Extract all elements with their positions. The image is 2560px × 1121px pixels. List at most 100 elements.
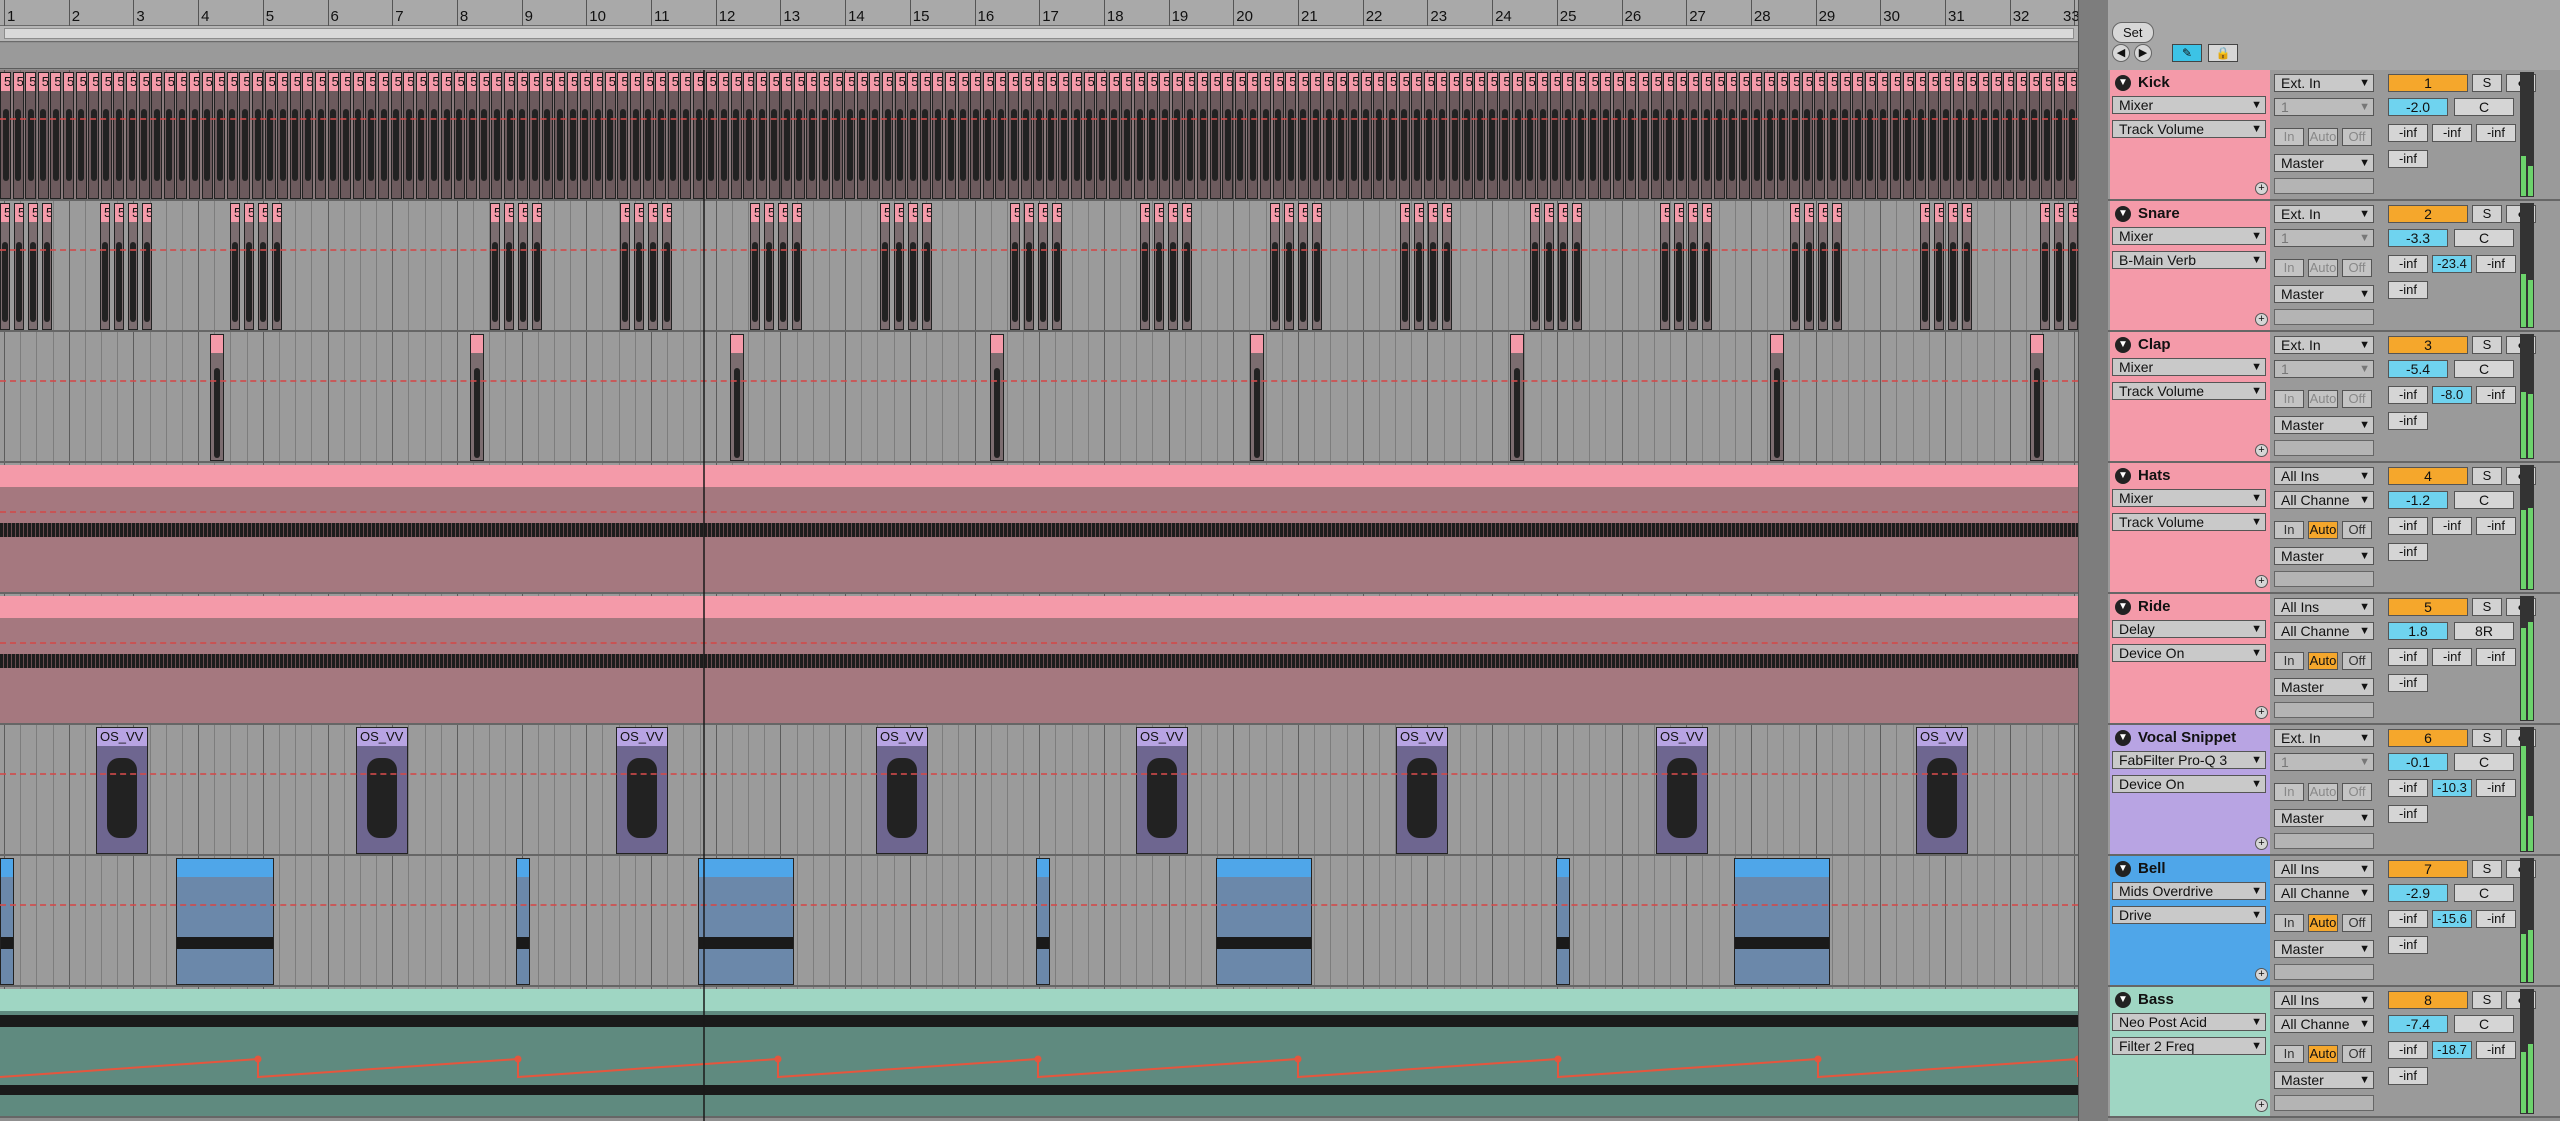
clip[interactable]: 5 [1537,72,1549,199]
clip[interactable]: 5 [1428,203,1438,330]
clip[interactable]: 5 [919,72,931,199]
clip[interactable]: 5 [1260,72,1271,199]
clip[interactable]: 5 [819,72,830,199]
clip[interactable]: 5 [239,72,251,199]
track-title-area[interactable]: ▼ Snare Mixer ▼ B-Main Verb ▼ + [2110,201,2270,330]
clip[interactable]: 5 [42,203,52,330]
clip[interactable]: 5 [2040,203,2050,330]
clip[interactable]: 5 [491,72,503,199]
solo-button[interactable]: S [2472,467,2502,485]
clip[interactable]: 5 [894,203,904,330]
send-a-field[interactable]: -inf [2388,517,2428,535]
clip[interactable]: 5 [1272,72,1284,199]
clip[interactable]: 5 [718,72,730,199]
clip[interactable]: 5 [1920,203,1930,330]
clip[interactable]: OS_VV [1916,727,1968,854]
solo-button[interactable]: S [2472,74,2502,92]
device-chooser[interactable]: FabFilter Pro-Q 3 ▼ [2112,751,2266,769]
circle-arrow-right-icon[interactable]: ▶ [2134,44,2152,62]
input-channel-chooser[interactable]: All Channe ▼ [2274,491,2374,509]
clip[interactable]: 5 [1852,72,1864,199]
clip[interactable]: 5 [1990,72,2002,199]
send-b-field[interactable]: -inf [2432,517,2472,535]
volume-field[interactable]: -3.3 [2388,229,2448,247]
output-channel-slot[interactable] [2274,178,2374,194]
clip[interactable]: 5 [1154,203,1164,330]
automation-breakpoint[interactable] [1034,1055,1042,1063]
clip[interactable]: 5 [982,72,994,199]
track-title-area[interactable]: ▼ Ride Delay ▼ Device On ▼ + [2110,594,2270,723]
clip[interactable]: 5 [778,203,788,330]
clip[interactable]: 5 [1171,72,1183,199]
clip[interactable]: 5 [592,72,604,199]
clip[interactable]: 5 [1436,72,1448,199]
send-b-field[interactable]: -15.6 [2432,910,2472,928]
parameter-chooser[interactable]: Track Volume ▼ [2112,382,2266,400]
clip[interactable]: 5 [1713,72,1725,199]
output-chooser[interactable]: Master ▼ [2274,678,2374,696]
track-name[interactable]: Snare [2110,203,2270,225]
clip[interactable]: 5 [277,72,289,199]
monitor-in-button[interactable]: In [2274,259,2304,277]
track-title-area[interactable]: ▼ Bass Neo Post Acid ▼ Filter 2 Freq ▼ + [2110,987,2270,1116]
scrub-area[interactable] [0,43,2078,69]
clip[interactable] [1770,334,1784,461]
clip[interactable]: 5 [1562,72,1574,199]
automation-breakpoint[interactable] [1814,1055,1822,1063]
clip[interactable]: 5 [1962,203,1972,330]
send-d-field[interactable]: -inf [2388,543,2428,561]
clip[interactable]: 5 [1449,72,1460,199]
clip[interactable]: 5 [2041,72,2053,199]
send-b-field[interactable]: -inf [2432,648,2472,666]
clip[interactable] [1734,858,1830,985]
clip[interactable]: 5 [0,203,10,330]
track-header[interactable]: ▼ Bell Mids Overdrive ▼ Drive ▼ + All Ins ▼… [2108,856,2560,987]
clip[interactable] [1510,334,1524,461]
clip[interactable]: 5 [2003,72,2015,199]
clip[interactable]: 5 [2066,72,2078,199]
clip[interactable]: 5 [327,72,339,199]
output-channel-slot[interactable] [2274,702,2374,718]
clip[interactable]: 5 [1008,72,1019,199]
track-lane-hats[interactable] [0,463,2078,594]
clip[interactable]: 5 [1776,72,1788,199]
clip[interactable]: OS_VV [356,727,408,854]
solo-button[interactable]: S [2472,205,2502,223]
output-channel-slot[interactable] [2274,1095,2374,1111]
output-channel-slot[interactable] [2274,309,2374,325]
output-chooser[interactable]: Master ▼ [2274,285,2374,303]
clip[interactable]: 5 [14,203,24,330]
add-automation-lane-icon[interactable]: + [2255,706,2268,719]
track-activator-button[interactable]: 3 [2388,336,2468,354]
clip[interactable]: 5 [1270,203,1280,330]
clip[interactable]: 5 [2053,72,2065,199]
clip[interactable]: 5 [1038,203,1048,330]
output-chooser[interactable]: Master ▼ [2274,154,2374,172]
clip[interactable]: 5 [1544,203,1554,330]
clip[interactable]: 5 [100,203,110,330]
clip[interactable] [730,334,744,461]
add-automation-lane-icon[interactable]: + [2255,968,2268,981]
clip[interactable]: 5 [1411,72,1423,199]
send-d-field[interactable]: -inf [2388,674,2428,692]
clip[interactable]: 5 [1486,72,1498,199]
clip[interactable] [0,858,14,985]
clip[interactable]: 5 [880,203,890,330]
clip[interactable]: 5 [75,72,87,199]
input-type-chooser[interactable]: All Ins ▼ [2274,467,2374,485]
clip[interactable]: 5 [856,72,868,199]
clip[interactable]: 5 [1159,72,1171,199]
clip[interactable]: 5 [1512,72,1523,199]
clip[interactable]: 5 [1140,203,1150,330]
arrangement-view[interactable]: 5555555555555555555555555555555555555555… [0,70,2078,1121]
clip[interactable]: 5 [37,72,49,199]
clip[interactable]: 5 [642,72,654,199]
input-channel-chooser[interactable]: All Channe ▼ [2274,884,2374,902]
clip[interactable]: 5 [1247,72,1259,199]
send-b-field[interactable]: -10.3 [2432,779,2472,797]
clip[interactable]: 5 [1902,72,1914,199]
clip[interactable]: OS_VV [96,727,148,854]
input-type-chooser[interactable]: All Ins ▼ [2274,598,2374,616]
monitor-in-button[interactable]: In [2274,914,2304,932]
vertical-scrollbar[interactable] [2078,0,2108,1121]
